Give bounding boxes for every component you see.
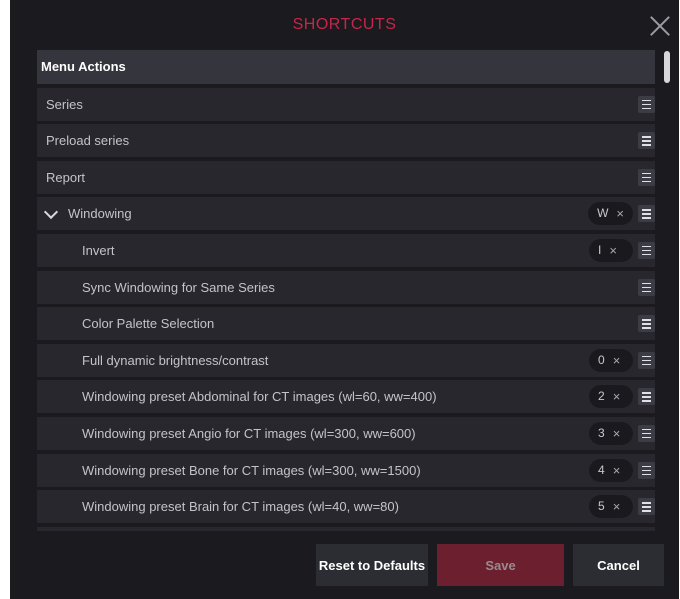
chevron-down-icon[interactable] (43, 205, 59, 220)
scrollbar-thumb[interactable] (664, 51, 670, 83)
shortcut-label: Color Palette Selection (82, 316, 215, 332)
shortcut-row-invert[interactable]: Invert I × (37, 233, 655, 267)
reset-to-defaults-button[interactable]: Reset to Defaults (316, 544, 428, 586)
shortcut-row-preset-bone[interactable]: Windowing preset Bone for CT images (wl=… (37, 453, 655, 487)
remove-key-icon[interactable]: × (613, 385, 621, 408)
close-icon[interactable] (647, 13, 673, 39)
list-scrollbar[interactable] (662, 50, 672, 531)
shortcut-label: Sync Windowing for Same Series (82, 279, 275, 295)
shortcut-row-preset-angio[interactable]: Windowing preset Angio for CT images (wl… (37, 416, 655, 450)
hamburger-menu-icon[interactable] (638, 461, 655, 479)
section-header-menu-actions: Menu Actions (37, 50, 655, 84)
shortcut-row-report[interactable]: Report (37, 160, 655, 194)
hamburger-menu-icon[interactable] (638, 315, 655, 333)
shortcut-label: Windowing preset Brain for CT images (wl… (82, 499, 399, 515)
shortcut-label: Windowing preset Angio for CT images (wl… (82, 425, 416, 441)
remove-key-icon[interactable]: × (613, 422, 621, 445)
shortcut-label: Series (46, 96, 83, 112)
shortcut-row-sync-windowing[interactable]: Sync Windowing for Same Series (37, 270, 655, 304)
shortcut-row-full-dynamic[interactable]: Full dynamic brightness/contrast 0 × (37, 343, 655, 377)
hamburger-menu-icon[interactable] (638, 498, 655, 516)
remove-key-icon[interactable]: × (613, 349, 621, 372)
key-chip-key: 5 (598, 499, 605, 514)
key-chip[interactable]: W × (588, 202, 633, 226)
shortcut-label: Report (46, 169, 86, 185)
remove-key-icon[interactable]: × (609, 239, 617, 262)
shortcut-row-color-palette[interactable]: Color Palette Selection (37, 307, 655, 341)
shortcut-list[interactable]: Menu Actions Series Preload series Repor… (37, 50, 655, 531)
key-chip-key: 4 (598, 462, 605, 477)
cancel-button[interactable]: Cancel (573, 544, 664, 586)
remove-key-icon[interactable]: × (613, 495, 621, 518)
key-chip[interactable]: 0 × (589, 348, 633, 372)
key-chip[interactable]: 3 × (589, 421, 633, 445)
hamburger-menu-icon[interactable] (638, 241, 655, 259)
shortcut-row-preload-series[interactable]: Preload series (37, 124, 655, 158)
remove-key-icon[interactable]: × (616, 202, 624, 225)
key-chip-key: W (597, 206, 609, 221)
hamburger-menu-icon[interactable] (638, 95, 655, 113)
key-chip-key: 2 (598, 389, 605, 404)
shortcut-row-preset-abdominal[interactable]: Windowing preset Abdominal for CT images… (37, 380, 655, 414)
key-chip-key: 3 (598, 425, 605, 440)
shortcuts-dialog: SHORTCUTS Menu Actions Series Preload se… (10, 0, 679, 599)
key-chip[interactable]: 2 × (589, 385, 633, 409)
key-chip-key: 0 (598, 352, 605, 367)
shortcut-label: Windowing (68, 206, 132, 222)
shortcut-label: Full dynamic brightness/contrast (82, 352, 269, 368)
shortcut-label: Windowing preset Bone for CT images (wl=… (82, 462, 421, 478)
remove-key-icon[interactable]: × (613, 459, 621, 482)
key-chip[interactable]: I × (589, 238, 633, 262)
shortcut-row-preset-brain[interactable]: Windowing preset Brain for CT images (wl… (37, 490, 655, 524)
dialog-title: SHORTCUTS (292, 16, 397, 33)
hamburger-menu-icon[interactable] (638, 351, 655, 369)
hamburger-menu-icon[interactable] (638, 388, 655, 406)
hamburger-menu-icon[interactable] (638, 278, 655, 296)
hamburger-menu-icon[interactable] (638, 168, 655, 186)
shortcut-label: Windowing preset Abdominal for CT images… (82, 389, 437, 405)
key-chip[interactable]: 4 × (589, 458, 633, 482)
hamburger-menu-icon[interactable] (638, 205, 655, 223)
shortcut-label: Preload series (46, 133, 130, 149)
key-chip[interactable]: 5 × (589, 495, 633, 519)
hamburger-menu-icon[interactable] (638, 424, 655, 442)
key-chip-key: I (598, 242, 602, 257)
shortcut-row-partial[interactable] (37, 526, 655, 531)
shortcut-label: Invert (82, 242, 115, 258)
shortcut-row-series[interactable]: Series (37, 87, 655, 121)
hamburger-menu-icon[interactable] (638, 132, 655, 150)
shortcut-row-windowing[interactable]: Windowing W × (37, 197, 655, 231)
save-button[interactable]: Save (437, 544, 564, 586)
